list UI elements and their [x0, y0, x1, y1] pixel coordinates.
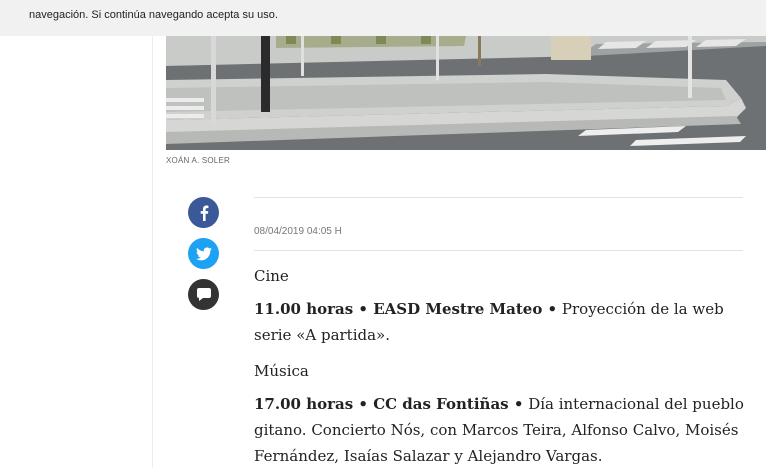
article-date: 08/04/2019 04:05 H — [254, 226, 342, 237]
article-body: Cine 11.00 horas • EASD Mestre Mateo • P… — [254, 263, 746, 468]
cookie-notice-bar: navegación. Si continúa navegando acepta… — [0, 0, 766, 36]
divider-middle — [254, 250, 743, 251]
facebook-share-button[interactable] — [188, 197, 219, 228]
twitter-share-button[interactable] — [188, 238, 219, 269]
article-photo[interactable] — [166, 36, 766, 150]
photo-credit: XOÁN A. SOLER — [166, 156, 230, 165]
comment-button[interactable] — [188, 279, 219, 310]
facebook-icon — [200, 205, 208, 221]
event-paragraph: 17.00 horas • CC das Fontiñas • Día inte… — [254, 391, 746, 468]
event-lead: 17.00 horas • CC das Fontiñas • — [254, 395, 524, 413]
comment-icon — [196, 288, 211, 301]
column-divider — [152, 36, 153, 468]
cookie-notice-text: navegación. Si continúa navegando acepta… — [29, 9, 278, 21]
event-paragraph: 11.00 horas • EASD Mestre Mateo • Proyec… — [254, 296, 746, 348]
section-heading: Cine — [254, 267, 289, 285]
street-photo-image — [166, 36, 766, 150]
divider-top — [254, 197, 743, 198]
section-heading: Música — [254, 362, 309, 380]
twitter-icon — [195, 246, 212, 260]
event-lead: 11.00 horas • EASD Mestre Mateo • — [254, 300, 558, 318]
